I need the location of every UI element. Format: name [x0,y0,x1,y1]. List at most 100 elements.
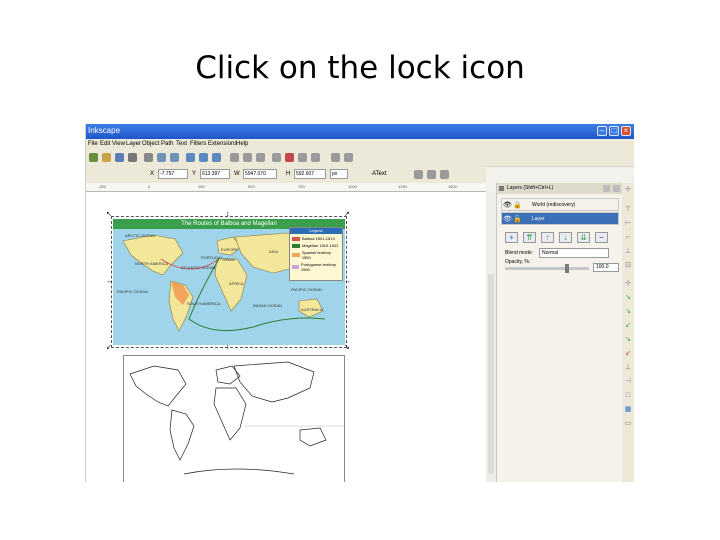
width-field[interactable]: 5947.070 [243,169,277,179]
menu-layer[interactable]: Layer [126,141,141,147]
panel-close-button[interactable] [613,185,620,192]
layers-panel-header: Layers (Shift+Ctrl+L) [497,183,623,194]
lower-to-bottom-button[interactable]: ⇊ [577,232,590,243]
snap-paths-icon[interactable]: ↘ [623,293,633,303]
import-icon[interactable] [144,153,153,162]
opacity-field[interactable]: 100.0 [593,263,619,272]
snap-nodes-icon[interactable] [440,170,449,179]
fill-stroke-icon[interactable] [272,153,281,162]
snap-edges-icon[interactable]: ⊢ [623,219,633,229]
undo-icon[interactable] [157,153,166,162]
document-properties-icon[interactable] [344,153,353,162]
layer-name: Layer [532,216,545,222]
resize-handle-top[interactable]: ↕ [226,211,230,218]
blend-mode-select[interactable]: Normal [539,248,609,258]
layer-buttons: + ⇈ ↑ ↓ ⇊ − [505,232,615,244]
minimize-button[interactable]: – [597,126,607,136]
xml-editor-icon[interactable] [311,153,320,162]
snap-grid-icon[interactable]: □ [623,391,633,401]
ruler-tick: 1000 [348,184,357,189]
layer-name: World (rediscovery) [532,202,576,208]
lower-layer-button[interactable]: ↓ [559,232,572,243]
h-label: H [286,171,291,177]
menu-path[interactable]: Path [161,141,173,147]
print-icon[interactable] [128,153,137,162]
snap-bbox-icon[interactable]: ⊤ [623,205,633,215]
snap-icon[interactable] [414,170,423,179]
zoom-out-icon[interactable] [199,153,208,162]
resize-handle-left[interactable]: ↔ [106,278,113,285]
redo-icon[interactable] [170,153,179,162]
opacity-slider[interactable] [505,264,589,273]
snap-midpoints-icon[interactable]: ⊥ [623,247,633,257]
layers-panel-title: Layers (Shift+Ctrl+L) [507,185,554,191]
menu-help[interactable]: Help [236,141,248,147]
open-icon[interactable] [102,153,111,162]
menu-object[interactable]: Object [142,141,159,147]
panel-restore-button[interactable] [603,185,610,192]
window-title: Inkscape [88,126,121,135]
zoom-fit-icon[interactable] [212,153,221,162]
unit-select[interactable]: px [330,169,348,179]
new-icon[interactable] [89,153,98,162]
snap-corners-icon[interactable]: ⌐ [623,233,633,243]
menu-view[interactable]: View [112,141,125,147]
snap-toggle-icon[interactable]: ⊹ [623,185,633,195]
snap-page-border-icon[interactable]: ⊣ [623,377,633,387]
resize-handle-top-right[interactable]: ↗ [344,211,350,218]
eye-icon[interactable]: 👁 [503,213,512,226]
eye-icon[interactable]: 👁 [503,199,512,212]
clone-icon[interactable] [243,153,252,162]
snap-nodes-icon[interactable]: ⊹ [623,279,633,289]
raise-layer-button[interactable]: ↑ [541,232,554,243]
snap-smooth-nodes-icon[interactable]: ↙ [623,321,633,331]
opacity-slider-knob[interactable] [565,264,569,273]
ruler-tick: 1250 [398,184,407,189]
w-label: W [234,171,240,177]
snap-guides-icon[interactable]: ▦ [623,405,633,415]
resize-handle-bottom[interactable]: ↕ [226,344,230,351]
menu-extensions[interactable]: Extensions [208,141,237,147]
align-icon[interactable] [298,153,307,162]
raise-to-top-button[interactable]: ⇈ [523,232,536,243]
group-icon[interactable] [256,153,265,162]
remove-layer-button[interactable]: − [595,232,608,243]
resize-handle-bottom-right[interactable]: ↘ [344,344,350,351]
menu-bar: File Edit View Layer Object Path Text Fi… [86,139,634,150]
add-layer-button[interactable]: + [505,232,518,243]
zoom-in-icon[interactable] [186,153,195,162]
scrollbar-thumb[interactable] [488,274,494,474]
outline-map-page[interactable] [123,355,345,482]
menu-text[interactable]: Text [176,141,187,147]
vertical-scrollbar[interactable] [486,192,496,482]
commands-toolbar [86,150,634,167]
preferences-icon[interactable] [331,153,340,162]
menu-file[interactable]: File [88,141,98,147]
resize-handle-right[interactable]: ↔ [344,278,351,285]
snap-page-icon[interactable]: ▭ [623,419,633,429]
resize-handle-bottom-left[interactable]: ↙ [106,344,112,351]
snap-centers-icon[interactable]: ⊡ [623,261,633,271]
blend-mode-label: Blend mode: [505,250,534,256]
resize-handle-top-left[interactable]: ↖ [106,211,112,218]
menu-edit[interactable]: Edit [100,141,110,147]
outline-world-map [129,361,344,475]
snap-rotation-centers-icon[interactable]: ⊥ [623,363,633,373]
snap-intersections-icon[interactable]: ↘ [623,307,633,317]
duplicate-icon[interactable] [230,153,239,162]
close-button[interactable]: × [621,126,631,136]
y-field[interactable]: 613.397 [200,169,230,179]
maximize-button[interactable]: □ [609,126,619,136]
layer-row-world[interactable]: 👁 🔒 World (rediscovery) [501,198,619,211]
snap-cusp-nodes-icon[interactable]: ↘ [623,335,633,345]
save-icon[interactable] [115,153,124,162]
layer-row-layer[interactable]: 👁 🔓 Layer [501,212,619,225]
unlocked-icon[interactable]: 🔓 [513,213,522,226]
x-field[interactable]: -7.797 [158,169,188,179]
height-field[interactable]: 592.607 [294,169,326,179]
lock-icon[interactable]: 🔒 [513,199,522,212]
text-tool-icon[interactable] [285,153,294,162]
menu-filters[interactable]: Filters [190,141,206,147]
snap-bbox-icon[interactable] [427,170,436,179]
snap-object-midpoints-icon[interactable]: ↙ [623,349,633,359]
